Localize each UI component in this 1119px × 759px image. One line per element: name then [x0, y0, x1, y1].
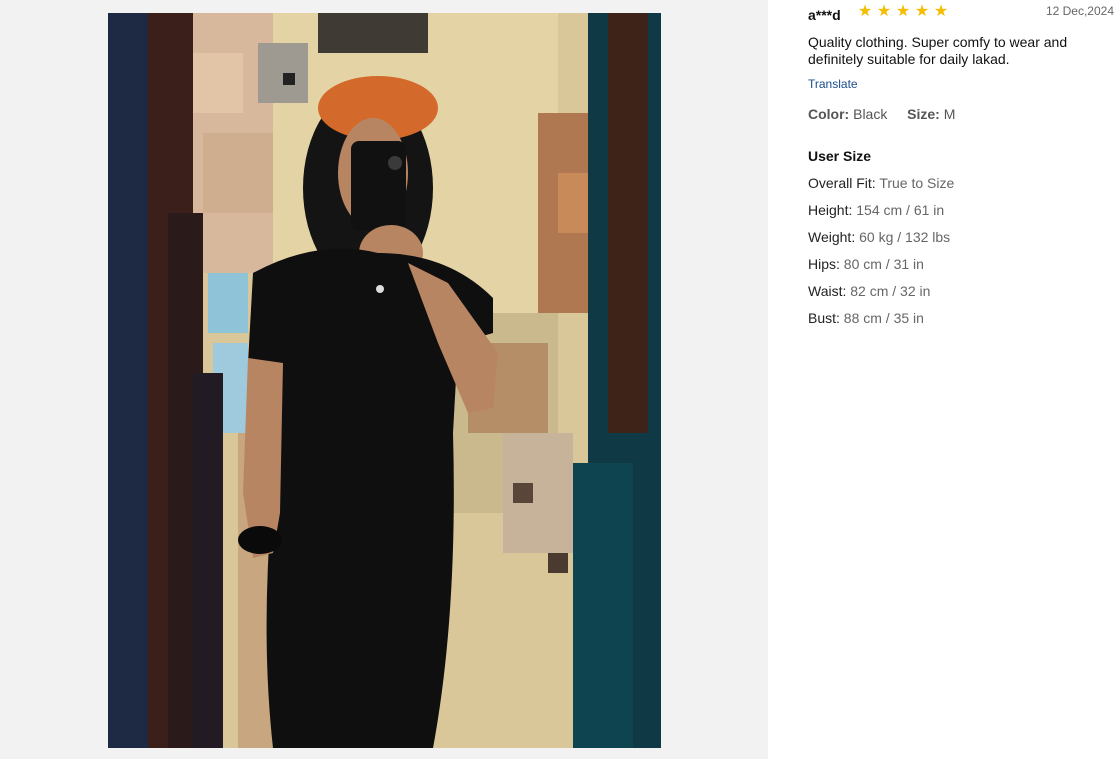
review-photo-panel — [0, 0, 768, 759]
size-item-value: 60 kg / 132 lbs — [859, 229, 951, 245]
size-label: Size: — [907, 106, 940, 122]
star-icon: ★ — [857, 3, 873, 20]
size-item-label: Bust: — [808, 310, 840, 326]
size-item-weight: Weight: 60 kg / 132 lbs — [808, 229, 954, 256]
size-item-label: Height: — [808, 202, 853, 218]
review-header: a***d ★ ★ ★ ★ ★ 12 Dec,2024 — [808, 4, 1114, 24]
size-value: M — [943, 106, 956, 122]
user-size-title: User Size — [808, 148, 872, 164]
size-item-bust: Bust: 88 cm / 35 in — [808, 310, 954, 337]
review-photo-image — [108, 13, 661, 748]
size-item-label: Overall Fit: — [808, 175, 876, 191]
color-label: Color: — [808, 106, 850, 122]
review-date: 12 Dec,2024 — [1045, 4, 1114, 18]
user-size-list: Overall Fit: True to Size Height: 154 cm… — [808, 175, 954, 337]
size-item-height: Height: 154 cm / 61 in — [808, 202, 954, 229]
size-item-value: True to Size — [879, 175, 955, 191]
translate-link[interactable]: Translate — [808, 77, 858, 91]
size-item-value: 80 cm / 31 in — [843, 256, 924, 272]
reviewer-name: a***d — [808, 7, 841, 23]
size-item-waist: Waist: 82 cm / 32 in — [808, 283, 954, 310]
star-icon: ★ — [876, 3, 892, 20]
review-text: Quality clothing. Super comfy to wear an… — [808, 34, 1068, 67]
purchase-attributes: Color: Black Size: M — [808, 106, 955, 122]
star-icon: ★ — [933, 3, 949, 20]
size-item-hips: Hips: 80 cm / 31 in — [808, 256, 954, 283]
size-item-value: 154 cm / 61 in — [856, 202, 945, 218]
size-item-label: Weight: — [808, 229, 856, 245]
star-rating: ★ ★ ★ ★ ★ — [857, 4, 949, 20]
size-item-value: 88 cm / 35 in — [843, 310, 924, 326]
size-item-label: Waist: — [808, 283, 847, 299]
color-value: Black — [853, 106, 888, 122]
star-icon: ★ — [914, 3, 930, 20]
size-item-label: Hips: — [808, 256, 840, 272]
size-item-overall-fit: Overall Fit: True to Size — [808, 175, 954, 202]
size-item-value: 82 cm / 32 in — [850, 283, 931, 299]
star-icon: ★ — [895, 3, 911, 20]
review-photo[interactable] — [108, 13, 661, 748]
